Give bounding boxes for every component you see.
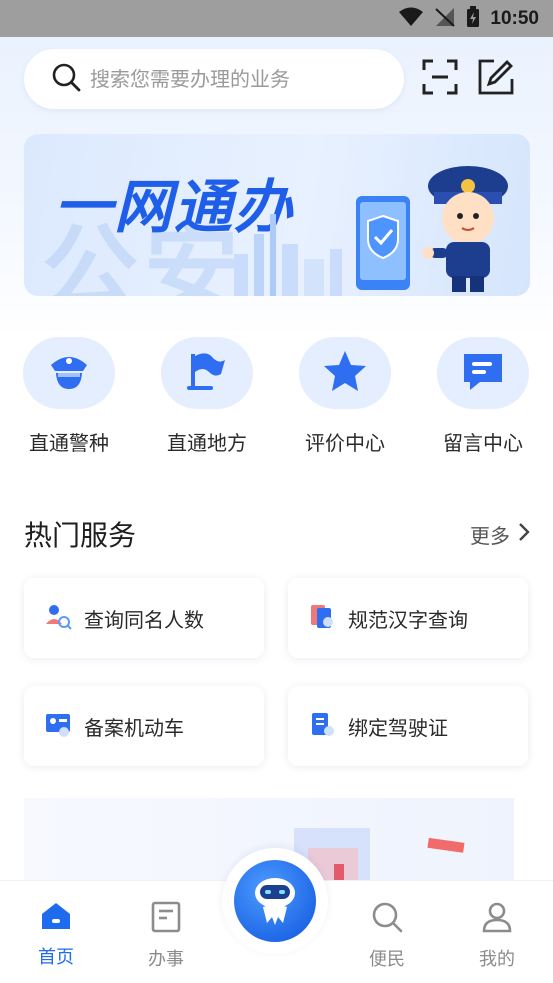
- tab-label: 便民: [369, 949, 405, 970]
- wifi-icon: [398, 7, 424, 31]
- vehicle-register-icon: [44, 710, 72, 742]
- quick-actions: 直通警种 直通地方 评价中心 留言中心: [0, 337, 553, 457]
- service-label: 查询同名人数: [84, 607, 204, 632]
- service-card[interactable]: 绑定驾驶证: [288, 686, 528, 766]
- scan-button[interactable]: [420, 59, 460, 99]
- section-title: 热门服务: [24, 519, 137, 552]
- status-bar: 10:50: [0, 0, 553, 37]
- more-label: 更多: [470, 523, 510, 548]
- chart-illustration: [294, 828, 465, 888]
- phone-shield-illustration: [356, 196, 410, 290]
- service-card[interactable]: 查询同名人数: [24, 578, 264, 658]
- no-signal-icon: [434, 7, 456, 31]
- quick-action-local[interactable]: 直通地方: [152, 337, 262, 456]
- quick-action-police[interactable]: 直通警种: [14, 337, 124, 456]
- tab-label: 办事: [148, 949, 184, 970]
- hot-services-header: 热门服务 更多: [24, 514, 530, 554]
- service-card[interactable]: 规范汉字查询: [288, 578, 528, 658]
- license-icon: [308, 710, 336, 742]
- police-mascot-illustration: [422, 166, 508, 292]
- home-icon: [39, 903, 73, 935]
- promo-banner[interactable]: 公安 一网通办: [24, 134, 530, 296]
- document-icon: [151, 901, 181, 937]
- tab-home[interactable]: 首页: [16, 901, 96, 969]
- quick-action-rating[interactable]: 评价中心: [290, 337, 400, 456]
- user-icon: [481, 902, 513, 937]
- more-link[interactable]: 更多: [470, 520, 530, 549]
- service-label: 规范汉字查询: [348, 607, 468, 632]
- assistant-button[interactable]: [222, 848, 328, 954]
- quick-action-label: 评价中心: [305, 431, 385, 455]
- tab-profile[interactable]: 我的: [457, 901, 537, 971]
- service-card[interactable]: 备案机动车: [24, 686, 264, 766]
- search-row: [24, 49, 530, 109]
- edit-button[interactable]: [476, 59, 516, 99]
- police-cap-icon: [47, 351, 91, 395]
- character-book-icon: [308, 602, 336, 634]
- message-icon: [460, 350, 506, 396]
- flag-icon: [185, 350, 229, 396]
- search-input[interactable]: [90, 67, 380, 91]
- skyline-illustration: [234, 214, 342, 296]
- quick-action-message[interactable]: 留言中心: [428, 337, 538, 456]
- robot-assistant-icon: [247, 871, 303, 931]
- quick-action-label: 留言中心: [443, 431, 523, 455]
- search-bar[interactable]: [24, 49, 404, 109]
- quick-action-label: 直通地方: [167, 431, 247, 455]
- search-icon: [50, 61, 82, 97]
- edit-icon: [477, 58, 515, 100]
- tab-services[interactable]: 办事: [126, 901, 206, 971]
- chevron-right-icon: [518, 522, 530, 547]
- tab-label: 我的: [479, 949, 515, 970]
- status-time: 10:50: [490, 7, 539, 29]
- battery-charging-icon: [466, 5, 480, 32]
- tab-label: 首页: [38, 947, 74, 968]
- people-search-icon: [44, 602, 72, 634]
- search-icon: [371, 902, 403, 937]
- star-icon: [322, 349, 368, 397]
- quick-action-label: 直通警种: [29, 431, 109, 455]
- tab-convenience[interactable]: 便民: [347, 901, 427, 971]
- scan-icon: [421, 58, 459, 100]
- service-label: 绑定驾驶证: [348, 715, 448, 740]
- service-label: 备案机动车: [84, 715, 184, 740]
